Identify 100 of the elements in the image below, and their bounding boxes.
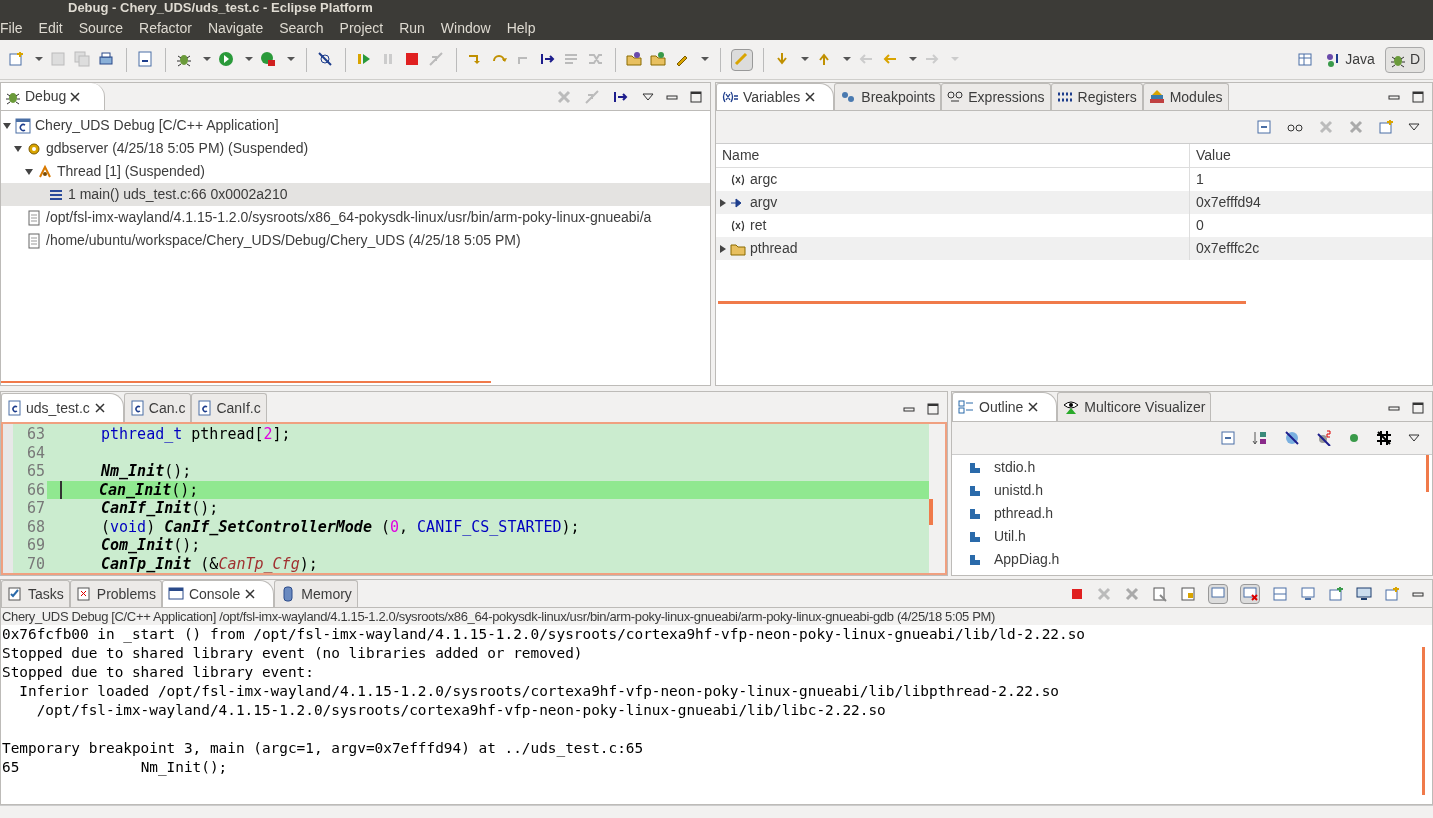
variable-value: 1 <box>1196 170 1204 189</box>
outline-item[interactable]: Util.h <box>968 525 1426 548</box>
view-tab[interactable]: Breakpoints <box>834 83 942 110</box>
expand-triangle-icon[interactable] <box>720 198 726 207</box>
view-tab[interactable]: CanIf.c <box>191 393 267 422</box>
view-tab[interactable]: Debug <box>1 83 106 110</box>
scroll-lock-icon[interactable] <box>1180 585 1196 602</box>
menu-item[interactable]: Navigate <box>199 17 272 39</box>
variable-value: 0x7efffd94 <box>1196 193 1261 212</box>
view-tab[interactable]: Multicore Visualizer <box>1057 392 1212 421</box>
maximize-icon[interactable] <box>690 90 702 103</box>
view-tab[interactable]: Expressions <box>941 83 1051 110</box>
view-menu-icon[interactable] <box>642 91 654 102</box>
show-on-error-icon[interactable] <box>1240 583 1260 604</box>
column-header[interactable]: Value <box>1190 144 1432 167</box>
code-line: Com_Init(); <box>100 536 201 555</box>
view-menu-icon[interactable] <box>1408 433 1420 443</box>
outline-item[interactable]: AppDiag.h <box>968 548 1426 571</box>
eye-icon <box>1063 399 1080 415</box>
perspective-button[interactable]: D <box>1384 46 1425 73</box>
menu-item[interactable]: Run <box>391 17 433 39</box>
tree-item[interactable]: /home/ubuntu/workspace/Chery_UDS/Debug/Chery_UDS (4/25/18 5:05 PM) <box>1 229 710 252</box>
expand-triangle-icon <box>14 144 22 153</box>
perspective-button[interactable]: Java <box>1321 46 1379 73</box>
open-type-icon[interactable] <box>626 50 644 69</box>
menu-item[interactable]: Search <box>271 17 332 39</box>
sort-icon[interactable] <box>1252 430 1268 446</box>
clear-console-icon[interactable] <box>1152 585 1168 602</box>
hide-fields-icon[interactable] <box>1284 430 1300 446</box>
view-tab[interactable]: Modules <box>1142 83 1229 110</box>
close-icon <box>1028 402 1039 412</box>
tree-item[interactable]: /opt/fsl-imx-wayland/4.1.15-1.2.0/sysroots/x86_64-pokysdk-linux/usr/bin/arm-poky-linux-gnueabi/a <box>1 206 710 229</box>
monitor-icon[interactable] <box>1356 585 1372 602</box>
view-tab[interactable]: Memory <box>274 580 358 607</box>
collapse-all-icon[interactable] <box>1220 430 1236 446</box>
highlight-icon[interactable] <box>731 48 753 71</box>
open-resource-icon[interactable] <box>650 50 668 69</box>
view-tab[interactable]: Tasks <box>1 580 70 607</box>
run-icon[interactable] <box>218 50 236 69</box>
tree-item[interactable]: 1 main() uds_test.c:66 0x0002a210 <box>1 183 710 206</box>
hide-static-icon[interactable] <box>1316 430 1332 446</box>
outline-item[interactable]: pthread.h <box>968 502 1426 525</box>
dot-icon[interactable] <box>1348 432 1360 444</box>
window-title: Debug - Chery_UDS/uds_test.c - Eclipse Platform <box>68 1 373 15</box>
open-console-icon[interactable] <box>1328 585 1344 602</box>
menu-item[interactable]: Edit <box>30 17 71 39</box>
menu-item[interactable]: Window <box>432 17 499 39</box>
view-tab[interactable]: Console <box>161 580 275 607</box>
tree-item[interactable]: Chery_UDS Debug [C/C++ Application] <box>1 114 710 137</box>
breakpoints-icon <box>840 89 857 105</box>
console-line: 65 Nm_Init(); <box>2 758 228 777</box>
menu-item[interactable]: Source <box>70 17 132 39</box>
code-line: (void) CanIf_SetControllerMode (0, CANIF_CS_STARTED); <box>100 517 580 536</box>
code-editor[interactable]: 63 pthread_t pthread[2]; 64 65 Nm_Init(); 66 Can_Init(); 67 CanIf_Init(); 68 (void) CanIf_SetControllerMode (0, CANIF_CS_STARTED); 69 Com_Init(); 70 CanTp_Init (&CanTp_Cfg); <box>1 422 947 575</box>
tree-item[interactable]: gdbserver (4/25/18 5:05 PM) (Suspended) <box>1 137 710 160</box>
view-menu-icon[interactable] <box>1408 122 1420 132</box>
tasks-icon <box>7 586 23 602</box>
menu-item[interactable]: Help <box>498 17 544 39</box>
menu-item[interactable]: Project <box>331 17 392 39</box>
variable-name: argv <box>750 193 778 212</box>
show-on-output-icon[interactable] <box>1208 583 1228 604</box>
view-tab[interactable]: Outline <box>952 392 1058 421</box>
view-tab[interactable]: uds_test.c <box>1 393 124 422</box>
c-file-icon <box>7 400 21 416</box>
collapse-all-icon[interactable] <box>1256 119 1272 135</box>
tree-item[interactable]: Thread [1] (Suspended) <box>1 160 710 183</box>
code-line: CanIf_Init(); <box>100 499 219 518</box>
line-number: 66 <box>13 480 47 499</box>
c-file-icon <box>129 400 144 416</box>
expand-triangle-icon[interactable] <box>720 244 726 253</box>
variable-name: pthread <box>750 239 798 258</box>
external-tools-icon[interactable] <box>260 50 278 69</box>
binary-file-icon[interactable] <box>137 50 155 69</box>
menu-item[interactable]: Refactor <box>131 17 200 39</box>
line-number: 68 <box>25 517 46 536</box>
maximize-icon[interactable] <box>1412 401 1424 414</box>
line-number: 64 <box>25 443 46 462</box>
menu-item[interactable]: File <box>0 17 31 39</box>
column-header[interactable]: Name <box>716 144 1190 167</box>
c-file-icon <box>197 400 212 416</box>
terminate-icon[interactable] <box>1070 586 1084 601</box>
pin-console-icon[interactable] <box>1272 585 1288 602</box>
hash-icon[interactable] <box>1376 430 1392 446</box>
display-console-icon[interactable] <box>1300 585 1316 602</box>
outline-item[interactable]: stdio.h <box>968 456 1426 479</box>
outline-icon <box>958 399 974 415</box>
console-line: Inferior loaded /opt/fsl-imx-wayland/4.1.15-1.2.0/sysroots/cortexa9hf-vfp-neon-poky-linux-gnueabi/lib/libpthread-2.22.so <box>18 682 1059 701</box>
console-line: Stopped due to shared library event: <box>2 663 314 682</box>
line-number: 70 <box>25 554 46 573</box>
thread-icon <box>37 163 53 180</box>
maximize-icon[interactable] <box>927 402 939 415</box>
view-tab[interactable]: Variables <box>716 83 835 110</box>
view-tab[interactable]: Can.c <box>123 393 192 422</box>
maximize-icon[interactable] <box>1412 90 1424 103</box>
view-tab[interactable]: Problems <box>69 580 162 607</box>
outline-item[interactable]: unistd.h <box>968 479 1426 502</box>
code-line: pthread_t pthread[2]; <box>100 425 291 444</box>
view-tab[interactable]: Registers <box>1050 83 1143 110</box>
console-line: /opt/fsl-imx-wayland/4.1.15-1.2.0/sysroots/cortexa9hf-vfp-neon-poky-linux-gnueabi/lib/libc-2.22.so <box>35 701 886 720</box>
close-icon <box>70 91 81 102</box>
